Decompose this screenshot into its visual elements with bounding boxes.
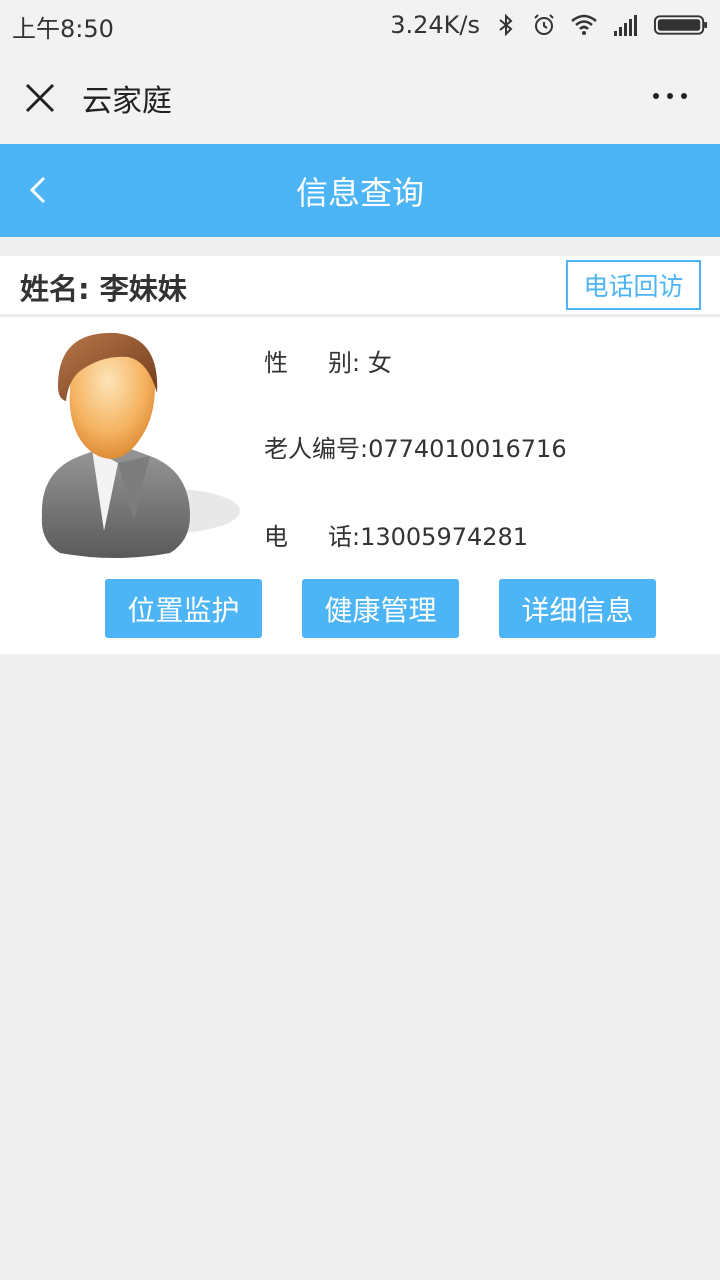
info-card: 性别: 女 老人编号:0774010016716 电话:13005974281 …: [0, 317, 720, 654]
name-row: 姓名: 李妹妹 电话回访: [0, 256, 720, 314]
phone-row: 电 话:13005974281: [264, 517, 528, 552]
signal-icon: [614, 15, 637, 36]
gender-value: 女: [367, 349, 392, 377]
status-icons: 3.24K/s: [390, 9, 708, 41]
bluetooth-icon: [499, 13, 513, 37]
gender-label-1: 性: [264, 349, 288, 377]
name-label: 姓名:: [20, 272, 90, 306]
nav-bar: 信息查询: [0, 144, 720, 237]
app-bar: 云家庭: [0, 50, 720, 144]
gender-label-2: 别:: [328, 349, 361, 377]
elder-id-value: 0774010016716: [368, 435, 567, 463]
phone-value: 13005974281: [360, 523, 529, 551]
app-title: 云家庭: [82, 84, 172, 119]
alarm-icon: [534, 14, 554, 35]
elder-id-row: 老人编号:0774010016716: [264, 429, 567, 464]
status-bar: 上午8:50 3.24K/s: [0, 0, 720, 50]
close-icon[interactable]: [22, 80, 58, 116]
name-value: 李妹妹: [99, 272, 187, 306]
page-title: 信息查询: [295, 174, 424, 212]
phone-label-2: 话:: [328, 523, 361, 551]
wifi-icon: [571, 14, 597, 35]
user-avatar-icon: [41, 332, 240, 558]
network-speed: 3.24K/s: [390, 11, 480, 39]
battery-icon: [654, 15, 708, 35]
location-monitor-button[interactable]: 位置监护: [105, 579, 262, 638]
more-icon[interactable]: [650, 86, 690, 106]
phone-label-1: 电: [264, 523, 288, 551]
name-display: 姓名: 李妹妹: [20, 266, 187, 308]
phone-callback-button[interactable]: 电话回访: [566, 260, 701, 310]
status-time: 上午8:50: [12, 15, 114, 43]
health-management-button[interactable]: 健康管理: [302, 579, 459, 638]
elder-id-label: 老人编号:: [264, 435, 369, 463]
detail-info-button[interactable]: 详细信息: [499, 579, 656, 638]
gender-row: 性 别: 女: [264, 343, 392, 378]
